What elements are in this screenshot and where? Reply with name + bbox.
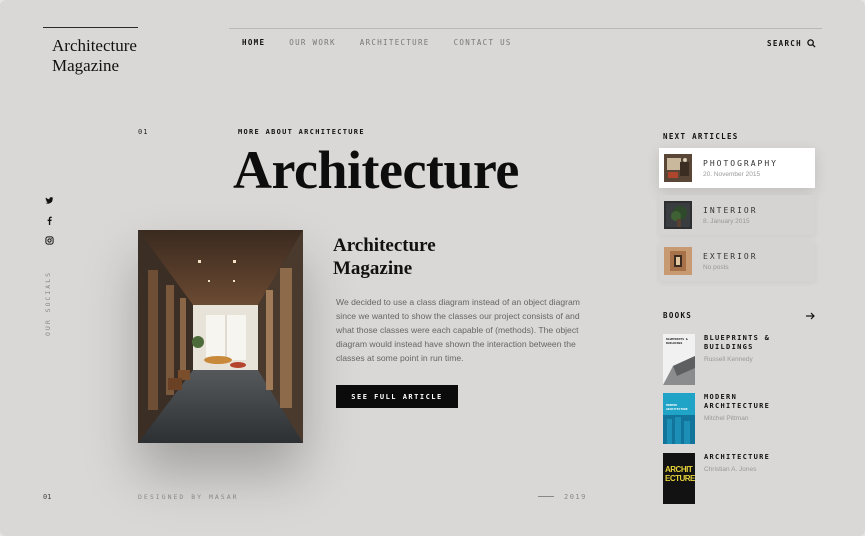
hero-title: Architecture	[233, 140, 519, 200]
brand-logo[interactable]: Architecture Magazine	[52, 36, 137, 76]
book-cover: BLUEPRINTS & BUILDINGS	[663, 334, 695, 385]
book-cover-text: ARCHIT ECTURE	[665, 465, 695, 483]
next-articles-title: NEXT ARTICLES	[663, 132, 739, 141]
book-title: ARCHITECTURE	[704, 453, 771, 461]
book-item[interactable]: ARCHIT ECTURE ARCHITECTURE Christian A. …	[663, 453, 789, 504]
book-author: Russell Kennedy	[704, 356, 753, 363]
book-cover: ARCHIT ECTURE	[663, 453, 695, 504]
article-photo	[138, 230, 303, 443]
social-links	[44, 196, 54, 245]
book-item[interactable]: MODERN ARCHITECTURE MODERN ARCHITECTURE …	[663, 393, 789, 444]
article-title-line-1: Architecture	[333, 235, 436, 256]
main-nav: HOME OUR WORK ARCHITECTURE CONTACT US	[242, 38, 536, 47]
nav-divider	[229, 28, 822, 29]
book-cover-text: MODERN ARCHITECTURE	[666, 403, 688, 411]
brand-line-2: Magazine	[52, 56, 120, 75]
twitter-icon[interactable]	[44, 196, 54, 205]
book-title: MODERN ARCHITECTURE	[704, 393, 771, 410]
search-icon	[807, 39, 816, 48]
next-article-name: PHOTOGRAPHY	[703, 158, 778, 168]
book-cover-text: BLUEPRINTS & BUILDINGS	[666, 337, 688, 345]
book-item[interactable]: BLUEPRINTS & BUILDINGS BLUEPRINTS & BUIL…	[663, 334, 789, 385]
brand-divider	[43, 27, 138, 28]
footer-year: 2019	[564, 493, 587, 501]
brand-line-1: Architecture	[52, 36, 137, 55]
nav-our-work[interactable]: OUR WORK	[289, 38, 336, 47]
next-article-photography[interactable]: PHOTOGRAPHY 20. November 2015	[659, 148, 815, 188]
next-article-date: 8. January 2015	[703, 217, 750, 225]
book-author: Christian A. Jones	[704, 466, 757, 473]
search-label: SEARCH	[767, 39, 802, 48]
nav-home[interactable]: HOME	[242, 38, 265, 47]
book-cover: MODERN ARCHITECTURE	[663, 393, 695, 444]
footer-index: 01	[43, 493, 52, 501]
nav-contact-us[interactable]: CONTACT US	[454, 38, 512, 47]
interior-thumbnail	[664, 201, 692, 229]
photography-thumbnail	[664, 154, 692, 182]
next-article-name: INTERIOR	[703, 205, 758, 215]
next-article-date: No posts	[703, 263, 729, 271]
see-full-article-button[interactable]: SEE FULL ARTICLE	[336, 385, 458, 408]
next-article-date: 20. November 2015	[703, 170, 761, 178]
article-title-line-2: Magazine	[333, 258, 413, 279]
section-index: 01	[138, 128, 149, 136]
next-article-exterior[interactable]: EXTERIOR No posts	[659, 241, 815, 281]
search-button[interactable]: SEARCH	[767, 39, 816, 48]
socials-label: OUR SOCIALS	[44, 270, 52, 336]
arrow-right-icon[interactable]	[805, 311, 815, 321]
nav-architecture[interactable]: ARCHITECTURE	[360, 38, 430, 47]
article-title: Architecture Magazine	[333, 234, 436, 280]
book-author: Mitchel Pittman	[704, 415, 749, 422]
facebook-icon[interactable]	[45, 216, 54, 225]
hero-kicker: MORE ABOUT ARCHITECTURE	[238, 128, 365, 136]
footer-divider	[538, 496, 554, 497]
page: Architecture Magazine HOME OUR WORK ARCH…	[0, 0, 865, 536]
footer-credit: DESIGNED BY MASAR	[138, 493, 239, 501]
books-title: BOOKS	[663, 311, 693, 320]
article-body: We decided to use a class diagram instea…	[336, 297, 580, 363]
instagram-icon[interactable]	[44, 236, 54, 245]
exterior-thumbnail	[664, 247, 692, 275]
next-article-name: EXTERIOR	[703, 251, 758, 261]
book-title: BLUEPRINTS & BUILDINGS	[704, 334, 771, 351]
next-article-interior[interactable]: INTERIOR 8. January 2015	[659, 195, 815, 235]
